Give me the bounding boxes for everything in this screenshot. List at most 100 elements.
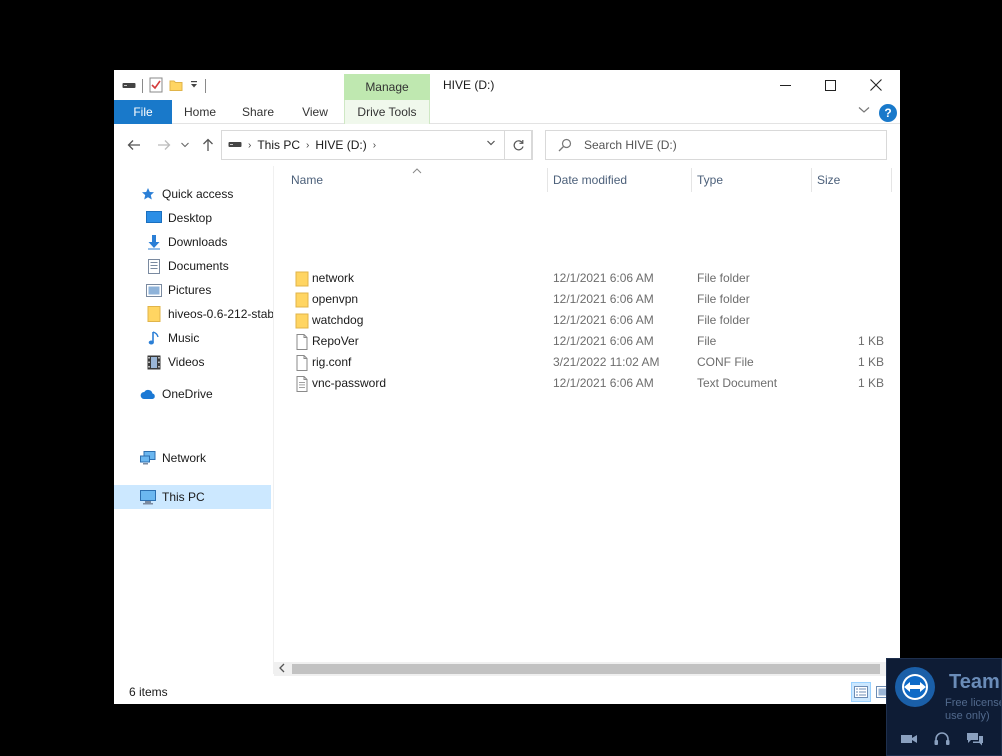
nav-item-label: hiveos-0.6-212-stab xyxy=(168,307,273,321)
column-divider[interactable] xyxy=(547,168,548,192)
address-dropdown-button[interactable] xyxy=(484,139,498,151)
search-input[interactable] xyxy=(584,135,874,155)
file-row[interactable]: network 12/1/2021 6:06 AM File folder xyxy=(274,268,900,289)
address-bar[interactable]: › This PC › HIVE (D:) › xyxy=(221,130,532,160)
navigation-pane: Quick access Desktop Downloads Documents… xyxy=(114,166,273,674)
new-folder-icon[interactable] xyxy=(169,78,183,95)
tab-drive-tools[interactable]: Drive Tools xyxy=(344,100,430,124)
file-icon xyxy=(296,355,308,371)
quick-access-toolbar xyxy=(122,77,206,95)
nav-item-pictures[interactable]: Pictures xyxy=(146,278,273,302)
teamviewer-video-button[interactable] xyxy=(899,731,919,747)
up-button[interactable] xyxy=(198,136,218,154)
forward-button[interactable] xyxy=(154,136,174,154)
scrollbar-thumb[interactable] xyxy=(292,664,880,674)
file-row[interactable]: RepoVer 12/1/2021 6:06 AM File 1 KB xyxy=(274,331,900,352)
help-icon[interactable]: ? xyxy=(879,104,897,122)
tab-view[interactable]: View xyxy=(298,100,332,124)
nav-item-label: OneDrive xyxy=(162,387,213,401)
folder-icon xyxy=(146,306,162,322)
column-header-date-modified[interactable]: Date modified xyxy=(553,168,691,192)
file-size: 1 KB xyxy=(857,334,884,348)
drive-icon xyxy=(228,138,242,152)
title-bar: Manage HIVE (D:) xyxy=(114,70,900,100)
file-row[interactable]: vnc-password 12/1/2021 6:06 AM Text Docu… xyxy=(274,373,900,394)
back-button[interactable] xyxy=(124,136,144,154)
minimize-button[interactable] xyxy=(762,70,808,100)
file-name: openvpn xyxy=(312,292,359,306)
teamviewer-chat-button[interactable] xyxy=(965,731,985,747)
column-header-type[interactable]: Type xyxy=(697,168,811,192)
customize-toolbar-chevron-icon[interactable] xyxy=(189,79,199,93)
file-name: watchdog xyxy=(312,313,364,327)
scroll-left-icon[interactable] xyxy=(278,663,286,676)
chat-bubble-icon xyxy=(967,733,983,746)
desktop-icon xyxy=(146,210,162,226)
file-list: Name Date modified Type Size network 12/… xyxy=(274,166,900,676)
horizontal-scrollbar[interactable] xyxy=(274,662,900,676)
properties-icon[interactable] xyxy=(149,77,163,96)
recent-locations-button[interactable] xyxy=(178,136,192,154)
nav-item-label: Videos xyxy=(168,355,205,369)
pictures-icon xyxy=(146,282,162,298)
nav-item-onedrive[interactable]: OneDrive xyxy=(140,382,273,406)
network-icon xyxy=(140,450,156,466)
license-note-line: use only) xyxy=(945,710,990,722)
nav-item-downloads[interactable]: Downloads xyxy=(146,230,273,254)
file-size xyxy=(824,310,884,331)
column-header-name[interactable]: Name xyxy=(291,168,547,192)
nav-item-label: Quick access xyxy=(162,187,234,201)
breadcrumb-chevron-icon[interactable]: › xyxy=(306,140,309,151)
column-divider[interactable] xyxy=(891,168,892,192)
refresh-button[interactable] xyxy=(504,130,533,160)
details-view-button[interactable] xyxy=(851,682,871,702)
drive-icon[interactable] xyxy=(122,79,136,93)
computer-icon xyxy=(140,489,156,505)
tab-share[interactable]: Share xyxy=(240,100,276,124)
video-camera-icon xyxy=(901,735,917,743)
column-divider[interactable] xyxy=(811,168,812,192)
nav-item-this-pc-content[interactable]: This PC xyxy=(140,485,270,509)
file-name: network xyxy=(312,271,355,285)
details-view-icon xyxy=(854,686,868,698)
nav-item-quick-access[interactable]: Quick access xyxy=(140,182,273,206)
close-button[interactable] xyxy=(853,70,899,100)
nav-item-videos[interactable]: Videos xyxy=(146,350,273,374)
breadcrumb-hive-drive[interactable]: HIVE (D:) xyxy=(315,138,366,152)
breadcrumb-chevron-icon[interactable]: › xyxy=(373,140,376,151)
nav-item-label: Documents xyxy=(168,259,229,273)
file-row[interactable]: rig.conf 3/21/2022 11:02 AM CONF File 1 … xyxy=(274,352,900,373)
search-icon xyxy=(558,138,572,152)
breadcrumb-this-pc[interactable]: This PC xyxy=(257,138,300,152)
folder-icon xyxy=(295,313,309,329)
nav-item-desktop[interactable]: Desktop xyxy=(146,206,273,230)
nav-item-hiveos-folder[interactable]: hiveos-0.6-212-stab xyxy=(146,302,273,326)
teamviewer-audio-button[interactable] xyxy=(932,731,952,747)
text-document-icon xyxy=(296,376,308,392)
close-icon xyxy=(870,79,882,91)
file-explorer-window: Manage HIVE (D:) File Home Share View Dr… xyxy=(114,70,900,704)
headset-icon xyxy=(934,732,950,745)
nav-item-music[interactable]: Music xyxy=(146,326,273,350)
minimize-icon xyxy=(779,84,791,86)
nav-item-documents[interactable]: Documents xyxy=(146,254,273,278)
folder-icon xyxy=(295,292,309,308)
maximize-button[interactable] xyxy=(807,70,853,100)
column-header-size[interactable]: Size xyxy=(817,168,887,192)
download-arrow-icon xyxy=(146,234,162,250)
nav-item-network[interactable]: Network xyxy=(140,446,273,470)
file-row[interactable]: watchdog 12/1/2021 6:06 AM File folder xyxy=(274,310,900,331)
tab-home[interactable]: Home xyxy=(182,100,218,124)
search-box[interactable] xyxy=(545,130,887,160)
refresh-icon xyxy=(513,139,524,150)
breadcrumb-chevron-icon[interactable]: › xyxy=(248,140,251,151)
file-size xyxy=(824,268,884,289)
file-date-modified: 12/1/2021 6:06 AM xyxy=(553,334,654,348)
file-row[interactable]: openvpn 12/1/2021 6:06 AM File folder xyxy=(274,289,900,310)
manage-contextual-tab[interactable]: Manage xyxy=(344,74,430,100)
expand-ribbon-chevron-icon[interactable] xyxy=(858,106,872,118)
teamviewer-logo-icon xyxy=(895,667,935,707)
tab-file[interactable]: File xyxy=(114,100,172,124)
column-divider[interactable] xyxy=(691,168,692,192)
file-type: File folder xyxy=(697,271,750,285)
